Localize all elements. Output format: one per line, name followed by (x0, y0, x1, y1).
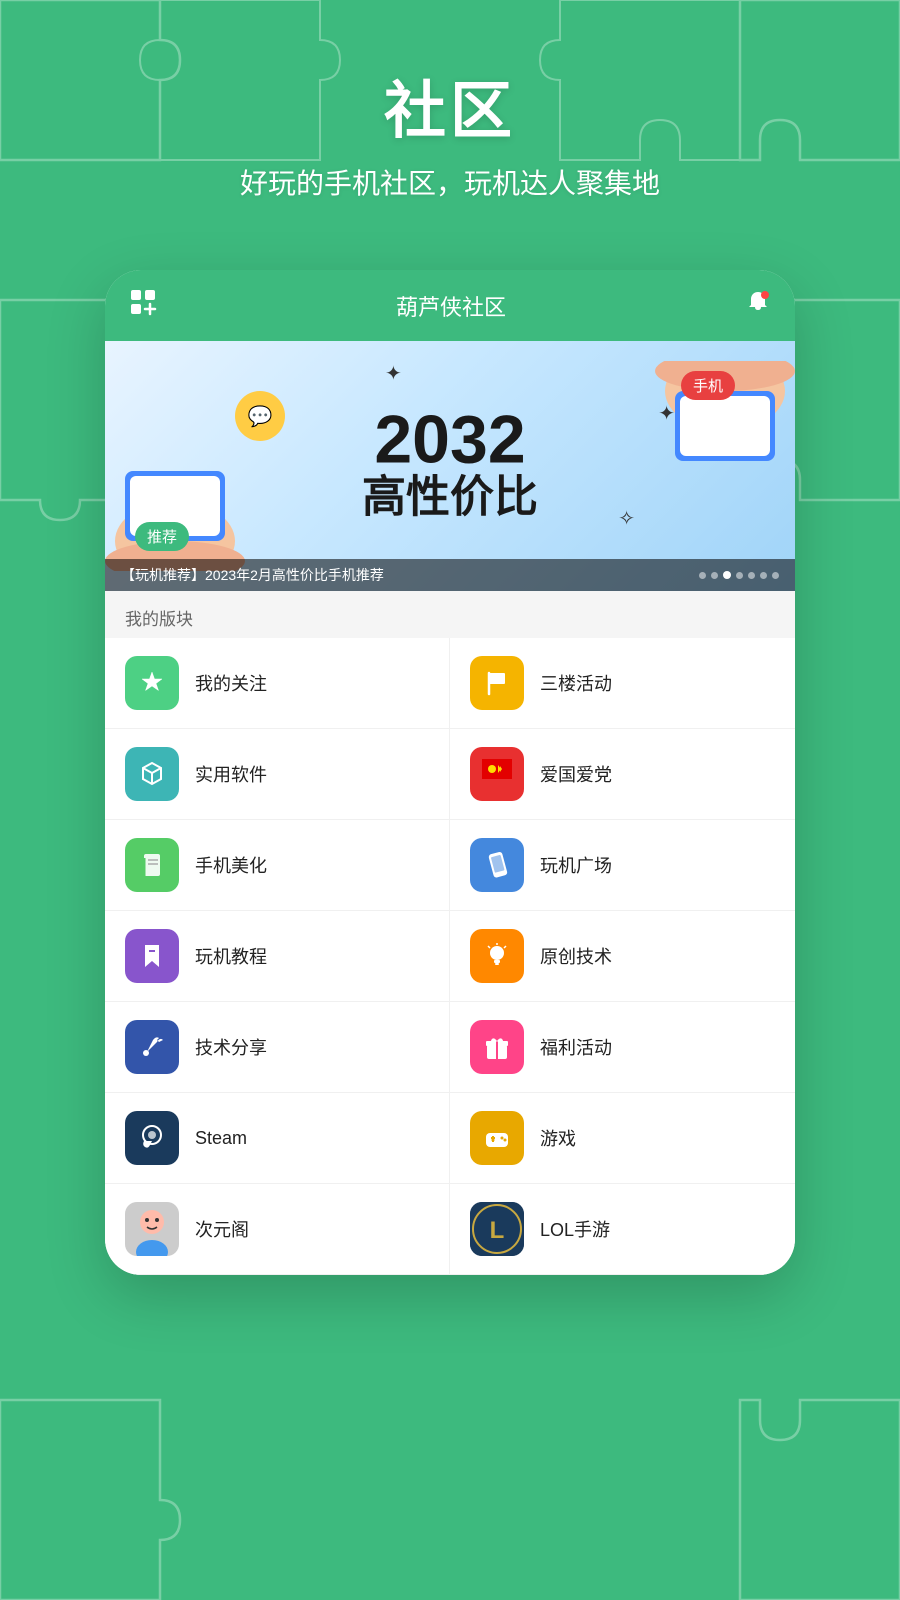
page-subtitle: 好玩的手机社区，玩机达人聚集地 (0, 162, 900, 202)
dot-1 (711, 572, 718, 579)
third-floor-icon (470, 656, 524, 710)
original-tech-icon (470, 929, 524, 983)
play-square-label: 玩机广场 (540, 852, 612, 878)
play-tutorial-icon (125, 929, 179, 983)
banner-dots (699, 571, 779, 579)
banner-subtitle: 高性价比 (362, 473, 538, 521)
anime-icon (125, 1202, 179, 1256)
banner-text: 2032 高性价比 (362, 405, 538, 521)
welfare-label: 福利活动 (540, 1034, 612, 1060)
section-label: 我的版块 (105, 591, 795, 638)
header-section: 社区 好玩的手机社区，玩机达人聚集地 (0, 60, 900, 202)
useful-apps-icon (125, 747, 179, 801)
page-title: 社区 (0, 60, 900, 150)
grid-item-useful-apps[interactable]: 实用软件 (105, 729, 450, 820)
play-tutorial-label: 玩机教程 (195, 943, 267, 969)
grid-item-anime[interactable]: 次元阁 (105, 1184, 450, 1275)
dot-0 (699, 572, 706, 579)
grid-item-phone-beauty[interactable]: 手机美化 (105, 820, 450, 911)
bell-icon[interactable] (745, 289, 771, 322)
grid-item-original-tech[interactable]: 原创技术 (450, 911, 795, 1002)
games-icon (470, 1111, 524, 1165)
my-follow-label: 我的关注 (195, 670, 267, 696)
third-floor-label: 三楼活动 (540, 670, 612, 696)
app-bar-title: 葫芦侠社区 (396, 290, 506, 322)
lol-icon: L (470, 1202, 524, 1256)
steam-label: Steam (195, 1128, 247, 1149)
grid-item-games[interactable]: 游戏 (450, 1093, 795, 1184)
grid-item-play-square[interactable]: 玩机广场 (450, 820, 795, 911)
steam-icon (125, 1111, 179, 1165)
banner-container[interactable]: 💬 ✦ ✦ ✧ 2032 高性价比 推荐 手机 【玩机推荐】2023年2月高性价… (105, 341, 795, 591)
tech-share-icon (125, 1020, 179, 1074)
anime-label: 次元阁 (195, 1216, 249, 1242)
grid-container: 我的关注 三楼活动实用软件 爱国爱党手机美化 玩机广场玩机教程 原创技术技术分享 福利活动… (105, 638, 795, 1275)
dot-2 (723, 571, 731, 579)
my-follow-icon (125, 656, 179, 710)
phone-tag: 手机 (681, 371, 735, 400)
play-square-icon (470, 838, 524, 892)
dot-6 (772, 572, 779, 579)
svg-text:L: L (490, 1217, 505, 1244)
useful-apps-label: 实用软件 (195, 761, 267, 787)
grid-item-tech-share[interactable]: 技术分享 (105, 1002, 450, 1093)
banner-number: 2032 (362, 405, 538, 473)
grid-item-steam[interactable]: Steam (105, 1093, 450, 1184)
sparkle-icon: ✦ (385, 361, 402, 386)
grid-item-patriot[interactable]: 爱国爱党 (450, 729, 795, 820)
banner-caption-text: 【玩机推荐】2023年2月高性价比手机推荐 (121, 565, 384, 585)
banner-caption: 【玩机推荐】2023年2月高性价比手机推荐 (105, 559, 795, 591)
grid-item-lol[interactable]: L LOL手游 (450, 1184, 795, 1275)
sparkle-icon-3: ✧ (618, 506, 635, 531)
patriot-label: 爱国爱党 (540, 761, 612, 787)
dot-3 (736, 572, 743, 579)
grid-item-my-follow[interactable]: 我的关注 (105, 638, 450, 729)
app-bar: 葫芦侠社区 (105, 270, 795, 341)
chat-bubble-icon: 💬 (235, 391, 285, 441)
games-label: 游戏 (540, 1125, 576, 1151)
patriot-icon (470, 747, 524, 801)
phone-mockup: 葫芦侠社区 (105, 270, 795, 1275)
lol-label: LOL手游 (540, 1216, 610, 1242)
dot-4 (748, 572, 755, 579)
phone-beauty-label: 手机美化 (195, 852, 267, 878)
original-tech-label: 原创技术 (540, 943, 612, 969)
phone-beauty-icon (125, 838, 179, 892)
grid-plus-icon[interactable] (129, 288, 157, 323)
recommend-tag: 推荐 (135, 522, 189, 551)
sparkle-icon-2: ✦ (658, 401, 675, 426)
dot-5 (760, 572, 767, 579)
tech-share-label: 技术分享 (195, 1034, 267, 1060)
grid-item-third-floor[interactable]: 三楼活动 (450, 638, 795, 729)
grid-item-welfare[interactable]: 福利活动 (450, 1002, 795, 1093)
grid-item-play-tutorial[interactable]: 玩机教程 (105, 911, 450, 1002)
welfare-icon (470, 1020, 524, 1074)
